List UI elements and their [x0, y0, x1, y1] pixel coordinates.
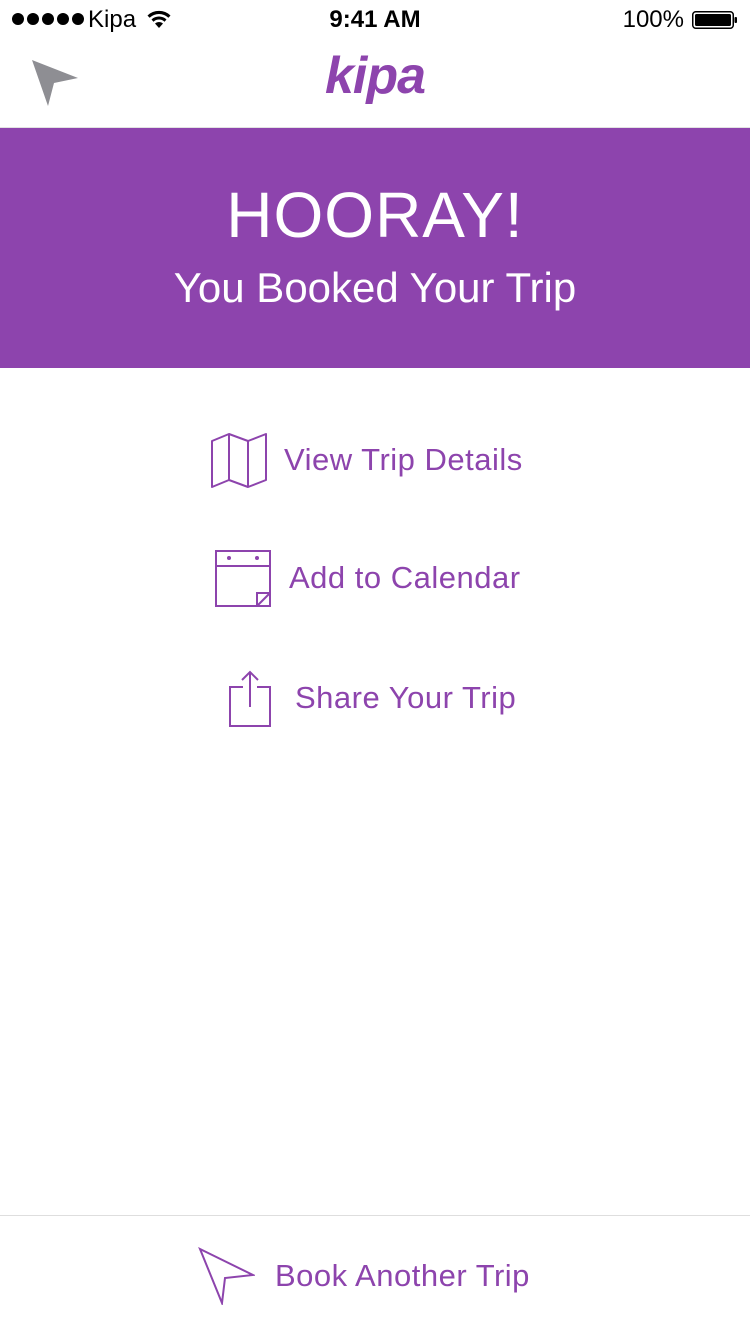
battery-icon — [692, 11, 737, 29]
view-trip-details-button[interactable]: View Trip Details — [210, 430, 523, 490]
book-another-trip-button[interactable]: Book Another Trip — [197, 1246, 530, 1306]
banner-title: HOORAY! — [226, 179, 524, 251]
banner-subtitle: You Booked Your Trip — [173, 264, 577, 311]
app-logo: kipa — [324, 47, 426, 105]
nav-bar: kipa — [0, 40, 750, 128]
add-to-calendar-button[interactable]: Add to Calendar — [215, 548, 521, 608]
battery-percentage: 100% — [622, 6, 684, 33]
confirmation-banner: HOORAY! You Booked Your Trip — [0, 128, 750, 368]
share-icon — [229, 670, 271, 727]
paper-plane-arrow-icon — [198, 1247, 255, 1305]
add-to-calendar-label: Add to Calendar — [289, 560, 521, 595]
share-your-trip-label: Share Your Trip — [295, 680, 517, 715]
map-icon — [211, 433, 267, 488]
footer-bar: Book Another Trip — [0, 1215, 750, 1335]
share-your-trip-button[interactable]: Share Your Trip — [229, 668, 516, 728]
book-another-trip-label: Book Another Trip — [275, 1258, 530, 1293]
status-bar: Kipa 9:41 AM 100% — [0, 0, 750, 40]
view-trip-details-label: View Trip Details — [284, 442, 523, 477]
calendar-icon — [215, 550, 271, 607]
